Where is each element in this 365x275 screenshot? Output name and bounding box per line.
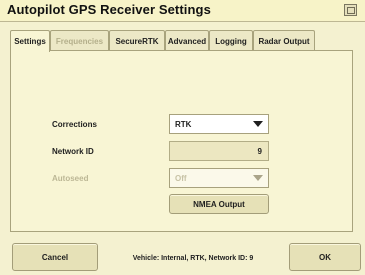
nmea-output-button[interactable]: NMEA Output bbox=[169, 194, 269, 214]
tab-logging[interactable]: Logging bbox=[209, 30, 253, 51]
chevron-down-icon bbox=[253, 121, 263, 127]
autoseed-select: Off bbox=[169, 168, 269, 188]
tab-settings[interactable]: Settings bbox=[10, 30, 50, 52]
tab-advanced[interactable]: Advanced bbox=[165, 30, 209, 51]
title-bar: Autopilot GPS Receiver Settings bbox=[0, 0, 365, 22]
cancel-button[interactable]: Cancel bbox=[12, 243, 98, 271]
corrections-label: Corrections bbox=[52, 120, 97, 129]
ok-button[interactable]: OK bbox=[289, 243, 361, 271]
tab-securertk[interactable]: SecureRTK bbox=[109, 30, 165, 51]
network-id-value: 9 bbox=[257, 146, 262, 156]
corrections-select[interactable]: RTK bbox=[169, 114, 269, 134]
tab-frequencies: Frequencies bbox=[50, 30, 109, 51]
corrections-value: RTK bbox=[175, 119, 192, 129]
window-icon[interactable] bbox=[344, 4, 357, 16]
network-id-field[interactable]: 9 bbox=[169, 141, 269, 161]
chevron-down-icon bbox=[253, 175, 263, 181]
status-text: Vehicle: Internal, RTK, Network ID: 9 bbox=[132, 255, 254, 262]
autoseed-value: Off bbox=[175, 173, 187, 183]
tab-radar-output[interactable]: Radar Output bbox=[253, 30, 315, 51]
autoseed-label: Autoseed bbox=[52, 174, 89, 183]
network-id-label: Network ID bbox=[52, 147, 94, 156]
window-title: Autopilot GPS Receiver Settings bbox=[7, 2, 211, 17]
